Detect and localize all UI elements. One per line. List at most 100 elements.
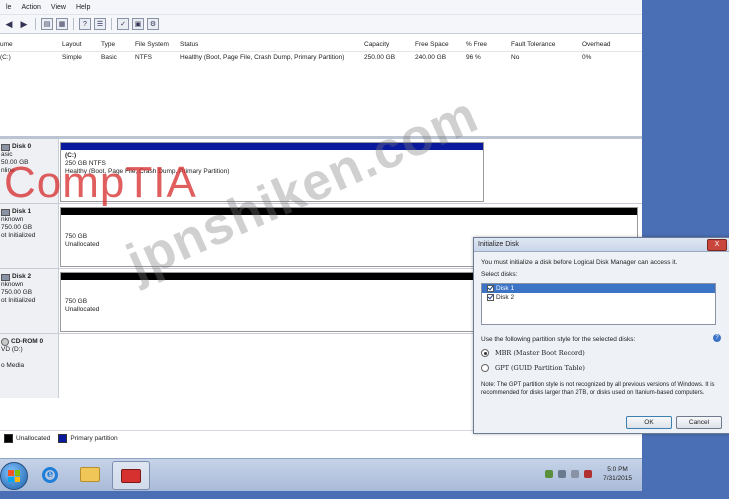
initialize-disk-dialog: Initialize Disk X You must initialize a … [473,237,729,434]
ok-button[interactable]: OK [626,416,672,429]
disk-name: CD-ROM 0 [11,338,44,345]
back-arrow-icon[interactable]: ◀ [3,18,15,30]
cell-volume: (C:) [0,54,11,61]
close-button[interactable]: X [707,239,727,251]
disk-select-list[interactable]: Disk 1 Disk 2 [481,283,716,325]
taskbar-computer-management[interactable] [112,461,150,490]
system-tray: 5:0 PM 7/31/2015 [545,465,636,483]
mbr-option[interactable]: MBR (Master Boot Record) [481,349,585,357]
column-percent-free[interactable]: % Free [466,41,487,48]
list-item-label: Disk 1 [496,285,515,292]
radio-selected[interactable] [481,349,489,357]
disk-name: Disk 2 [12,273,32,280]
settings-icon[interactable]: ⚙ [147,18,159,30]
cell-free-space: 240.00 GB [415,54,447,61]
menu-help[interactable]: Help [76,4,90,11]
action-center-icon[interactable] [545,470,554,478]
column-capacity[interactable]: Capacity [364,41,389,48]
cell-file-system: NTFS [135,54,152,61]
taskbar-explorer[interactable] [72,461,108,488]
network-icon[interactable] [558,470,567,478]
toolbar-separator [111,18,112,30]
menu-file[interactable]: le [6,4,11,11]
windows-logo-icon [8,470,20,482]
toolbar: ◀ ▶ ▤ ▦ ? ☰ ✓ ▣ ⚙ [0,15,642,34]
disk-name: Disk 1 [12,208,32,215]
disk-label[interactable]: CD-ROM 0 VD (D:) o Media [0,334,59,398]
column-overhead[interactable]: Overhead [582,41,611,48]
disk-name: Disk 0 [12,143,32,150]
disk-icon [1,273,10,281]
disk-label[interactable]: Disk 1 nknown 750.00 GB ot Initialized [0,204,59,268]
column-layout[interactable]: Layout [62,41,82,48]
clock[interactable]: 5:0 PM 7/31/2015 [603,465,632,483]
disk-type: nknown [1,281,24,288]
properties-icon[interactable]: ▦ [56,18,68,30]
column-type[interactable]: Type [101,41,115,48]
dialog-intro: You must initialize a disk before Logica… [481,259,678,266]
disk-label[interactable]: Disk 2 nknown 750.00 GB ot Initialized [0,269,59,333]
alert-icon[interactable] [584,470,593,478]
menu-view[interactable]: View [51,4,66,11]
list-item-disk-1[interactable]: Disk 1 [482,284,715,293]
cell-overhead: 0% [582,54,592,61]
cdrom-icon [1,338,9,346]
partition-style-label: Use the following partition style for th… [481,336,636,343]
taskbar-internet-explorer[interactable]: e [32,461,68,488]
volume-icon[interactable] [571,470,580,478]
disk-spacer [0,354,58,362]
clock-date: 7/31/2015 [603,475,632,482]
disk-size: 750.00 GB [1,224,33,231]
check-icon[interactable]: ✓ [117,18,129,30]
mbr-label: MBR (Master Boot Record) [495,349,585,357]
folder-icon [80,467,100,482]
help-icon[interactable]: ? [79,18,91,30]
disk-state: ot Initialized [1,232,36,239]
column-file-system[interactable]: File System [135,41,169,48]
disk-icon [1,143,10,151]
column-fault-tolerance[interactable]: Fault Tolerance [511,41,555,48]
legend-primary: Primary partition [70,434,118,442]
column-free-space[interactable]: Free Space [415,41,449,48]
column-volume[interactable]: ume [0,41,13,48]
disk-icon [1,208,10,216]
cell-status: Healthy (Boot, Page File, Crash Dump, Pr… [180,54,345,61]
cancel-button[interactable]: Cancel [676,416,722,429]
disk-state: o Media [1,362,25,369]
disk-state: nline [1,167,15,174]
help-icon[interactable]: ? [713,334,721,342]
checkbox-checked-icon[interactable] [487,285,494,292]
disk-size: 750.00 GB [1,289,33,296]
table-row[interactable]: (C:) Simple Basic NTFS Healthy (Boot, Pa… [0,52,642,64]
menu-action[interactable]: Action [21,4,40,11]
list-item-label: Disk 2 [496,294,515,301]
disk-icon[interactable]: ▣ [132,18,144,30]
gpt-label: GPT (GUID Partition Table) [495,364,585,372]
dialog-title-bar[interactable]: Initialize Disk X [474,238,729,252]
disk-label[interactable]: Disk 0 asic 50.00 GB nline [0,139,59,203]
partition-status: Healthy (Boot, Page File, Crash Dump, Pr… [65,168,230,175]
menu-bar: le Action View Help [0,0,642,15]
cell-capacity: 250.00 GB [364,54,396,61]
list-item-disk-2[interactable]: Disk 2 [482,293,715,302]
cell-percent-free: 96 % [466,54,481,61]
disk-state: ot Initialized [1,297,36,304]
partition-size: 250 GB NTFS [65,160,106,167]
volume-table-header: ume Layout Type File System Status Capac… [0,39,642,52]
cell-type: Basic [101,54,117,61]
cell-fault-tolerance: No [511,54,520,61]
radio-unselected[interactable] [481,364,489,372]
start-button[interactable] [0,462,28,490]
gpt-option[interactable]: GPT (GUID Partition Table) [481,364,585,372]
dialog-title: Initialize Disk [478,241,519,248]
column-status[interactable]: Status [180,41,198,48]
console-tree-icon[interactable]: ▤ [41,18,53,30]
list-view-icon[interactable]: ☰ [94,18,106,30]
taskbar: e 5:0 PM 7/31/2015 [0,458,642,491]
checkbox-checked-icon[interactable] [487,294,494,301]
toolbox-icon [121,468,141,483]
partition-c[interactable]: (C:) 250 GB NTFS Healthy (Boot, Page Fil… [60,142,484,202]
clock-time: 5:0 PM [607,466,628,473]
forward-arrow-icon[interactable]: ▶ [18,18,30,30]
legend-primary-swatch [58,433,68,443]
